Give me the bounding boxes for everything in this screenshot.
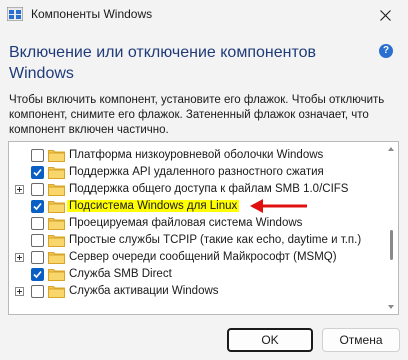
feature-label: Подсистема Windows для Linux: [67, 200, 240, 212]
checkmark-icon: [33, 270, 42, 279]
feature-row[interactable]: Служба SMB Direct: [9, 266, 385, 283]
checkmark-icon: [33, 202, 42, 211]
folder-icon: [48, 235, 65, 247]
folder-icon: [48, 201, 65, 213]
feature-row[interactable]: Поддержка API удаленного разностного сжа…: [9, 164, 385, 181]
feature-checkbox[interactable]: [31, 217, 44, 230]
expand-icon[interactable]: [15, 253, 24, 262]
feature-label: Простые службы TCPIP (такие как echo, da…: [69, 234, 362, 246]
close-icon: [379, 9, 391, 21]
expand-icon[interactable]: [15, 287, 24, 296]
feature-row[interactable]: Проецируемая файловая система Windows: [9, 215, 385, 232]
feature-checkbox[interactable]: [31, 166, 44, 179]
feature-checkbox[interactable]: [31, 285, 44, 298]
folder-icon: [48, 150, 65, 162]
checkmark-icon: [33, 168, 42, 177]
title-bar[interactable]: Компоненты Windows: [0, 0, 408, 30]
feature-row[interactable]: Простые службы TCPIP (такие как echo, da…: [9, 232, 385, 249]
folder-icon: [48, 167, 65, 179]
feature-row[interactable]: Сервер очереди сообщений Майкрософт (MSM…: [9, 249, 385, 266]
feature-label: Сервер очереди сообщений Майкрософт (MSM…: [69, 251, 337, 263]
feature-label: Служба активации Windows: [69, 285, 219, 297]
feature-row[interactable]: Служба активации Windows: [9, 283, 385, 300]
feature-checkbox[interactable]: [31, 149, 44, 162]
feature-label: Платформа низкоуровневой оболочки Window…: [69, 149, 324, 161]
close-button[interactable]: [362, 0, 408, 30]
feature-checkbox[interactable]: [31, 268, 44, 281]
feature-label: Поддержка общего доступа к файлам SMB 1.…: [69, 183, 349, 195]
help-icon[interactable]: ?: [379, 44, 393, 58]
page-heading: Включение или отключение компонентов Win…: [9, 44, 316, 82]
feature-checkbox[interactable]: [31, 251, 44, 264]
expand-icon[interactable]: [15, 185, 24, 194]
scroll-down-icon[interactable]: [388, 305, 394, 309]
instructions-text: Чтобы включить компонент, установите его…: [9, 94, 385, 136]
scroll-up-icon[interactable]: [388, 147, 394, 151]
feature-row[interactable]: Поддержка общего доступа к файлам SMB 1.…: [9, 181, 385, 198]
feature-checkbox[interactable]: [31, 234, 44, 247]
feature-checkbox[interactable]: [31, 200, 44, 213]
folder-icon: [48, 269, 65, 281]
feature-row[interactable]: Подсистема Windows для Linux: [9, 198, 385, 215]
cancel-button[interactable]: Отмена: [322, 328, 400, 352]
feature-row[interactable]: Платформа низкоуровневой оболочки Window…: [9, 147, 385, 164]
ok-button[interactable]: OK: [227, 328, 313, 352]
feature-label: Поддержка API удаленного разностного сжа…: [69, 166, 324, 178]
feature-checkbox[interactable]: [31, 183, 44, 196]
windows-features-icon: [7, 7, 23, 21]
red-arrow-icon: [250, 199, 307, 213]
folder-icon: [48, 184, 65, 196]
folder-icon: [48, 286, 65, 298]
folder-icon: [48, 252, 65, 264]
scroll-thumb[interactable]: [390, 230, 393, 260]
features-tree[interactable]: Платформа низкоуровневой оболочки Window…: [8, 141, 399, 315]
window-title: Компоненты Windows: [31, 7, 153, 21]
folder-icon: [48, 218, 65, 230]
vertical-scrollbar[interactable]: [385, 142, 398, 314]
feature-label: Проецируемая файловая система Windows: [69, 217, 303, 229]
feature-label: Служба SMB Direct: [69, 268, 172, 280]
